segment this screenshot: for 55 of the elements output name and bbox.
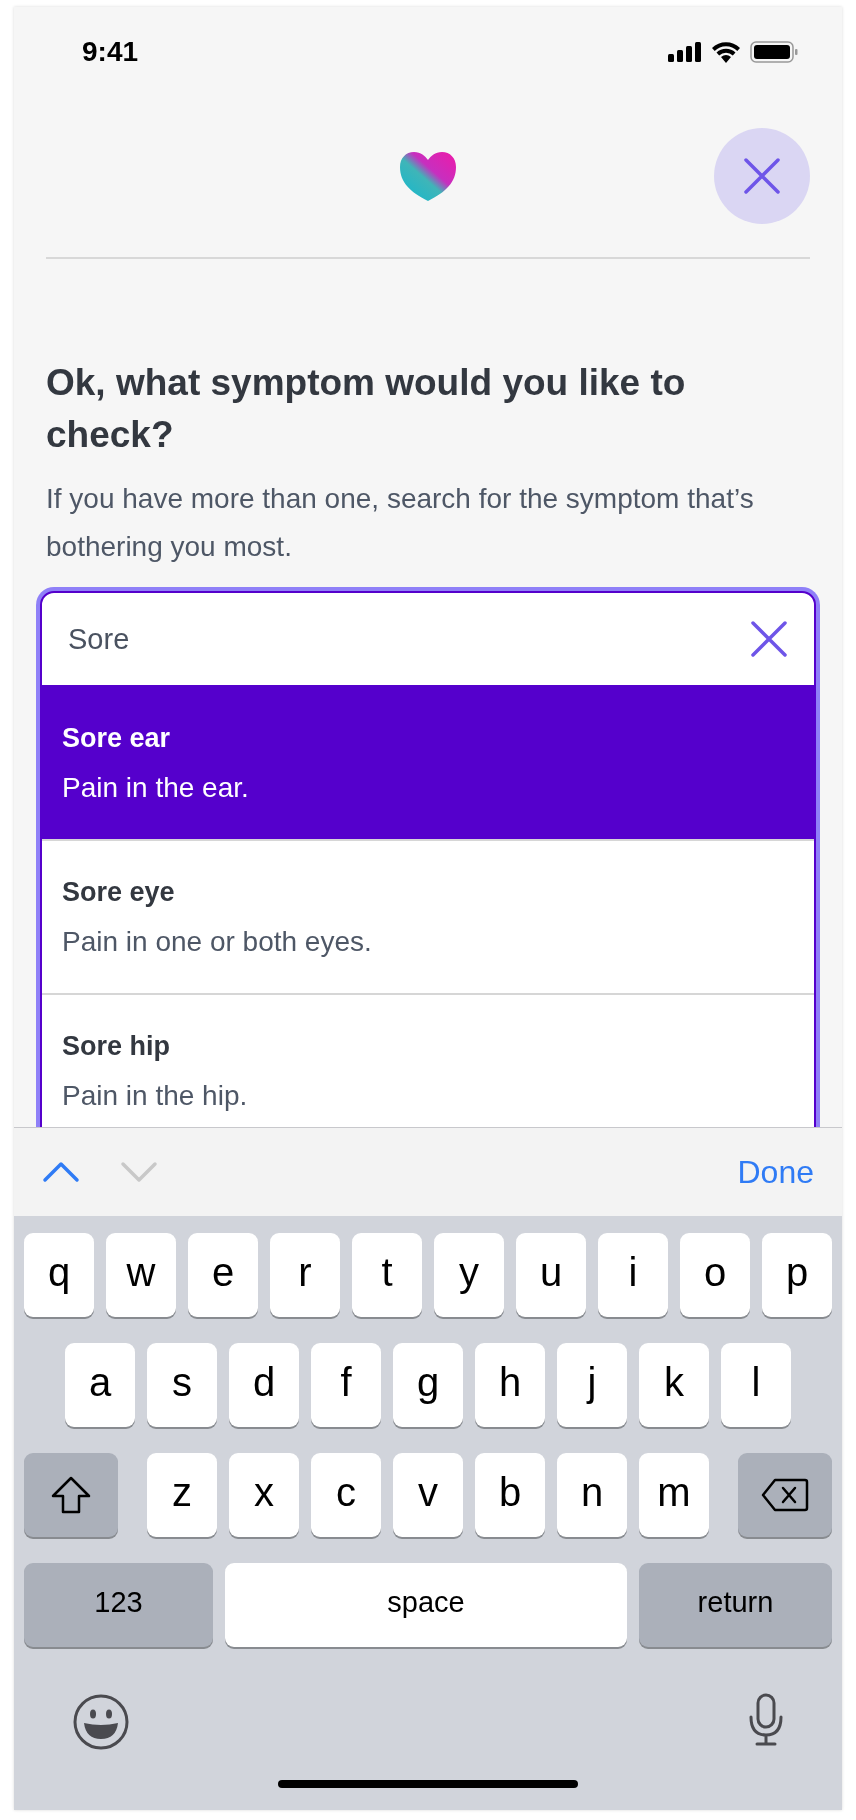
- battery-icon: [750, 41, 798, 63]
- letter-key[interactable]: q: [24, 1233, 94, 1317]
- letter-key[interactable]: p: [762, 1233, 832, 1317]
- clear-icon[interactable]: [750, 620, 788, 658]
- up-chevron-icon[interactable]: [42, 1161, 80, 1183]
- letter-key[interactable]: l: [721, 1343, 791, 1427]
- letter-key[interactable]: k: [639, 1343, 709, 1427]
- letter-key[interactable]: a: [65, 1343, 135, 1427]
- emoji-icon[interactable]: [72, 1693, 130, 1751]
- letter-key[interactable]: h: [475, 1343, 545, 1427]
- result-item[interactable]: Sore eye Pain in one or both eyes.: [42, 839, 814, 993]
- result-title: Sore ear: [62, 722, 172, 754]
- wifi-icon: [711, 41, 741, 63]
- letter-key[interactable]: x: [229, 1453, 299, 1537]
- space-key[interactable]: space: [225, 1563, 627, 1647]
- done-button[interactable]: Done: [737, 1153, 814, 1191]
- result-description: Pain in one or both eyes.: [62, 925, 373, 958]
- letter-key[interactable]: y: [434, 1233, 504, 1317]
- letter-key[interactable]: e: [188, 1233, 258, 1317]
- letter-key[interactable]: n: [557, 1453, 627, 1537]
- letter-key[interactable]: u: [516, 1233, 586, 1317]
- letter-key[interactable]: f: [311, 1343, 381, 1427]
- letter-key[interactable]: g: [393, 1343, 463, 1427]
- result-description: Pain in the ear.: [62, 771, 250, 804]
- numbers-key[interactable]: 123: [24, 1563, 213, 1647]
- letter-key[interactable]: t: [352, 1233, 422, 1317]
- microphone-icon[interactable]: [748, 1693, 784, 1747]
- letter-key[interactable]: s: [147, 1343, 217, 1427]
- letter-key[interactable]: c: [311, 1453, 381, 1537]
- letter-key[interactable]: z: [147, 1453, 217, 1537]
- letter-key[interactable]: w: [106, 1233, 176, 1317]
- letter-key[interactable]: o: [680, 1233, 750, 1317]
- letter-key[interactable]: b: [475, 1453, 545, 1537]
- shift-key[interactable]: [24, 1453, 118, 1537]
- letter-key[interactable]: d: [229, 1343, 299, 1427]
- status-time: 9:41: [82, 36, 139, 68]
- question-subtitle: If you have more than one, search for the symptom that’s bothering you most.: [46, 482, 755, 564]
- search-field[interactable]: Sore: [66, 621, 750, 657]
- letter-key[interactable]: m: [639, 1453, 709, 1537]
- result-title: Sore hip: [62, 1030, 171, 1062]
- heart-icon: [400, 152, 456, 202]
- result-description: Pain in the hip.: [62, 1079, 249, 1112]
- letter-key[interactable]: v: [393, 1453, 463, 1537]
- return-key[interactable]: return: [639, 1563, 832, 1647]
- question-title: Ok, what symptom would you like to check?: [46, 361, 687, 457]
- result-item[interactable]: Sore ear Pain in the ear.: [42, 685, 814, 839]
- delete-icon: [761, 1478, 809, 1512]
- delete-key[interactable]: [738, 1453, 832, 1537]
- close-icon: [743, 157, 781, 195]
- letter-key[interactable]: j: [557, 1343, 627, 1427]
- letter-key[interactable]: i: [598, 1233, 668, 1317]
- shift-icon: [51, 1476, 91, 1514]
- letter-key[interactable]: r: [270, 1233, 340, 1317]
- signal-icon: [668, 42, 702, 62]
- result-title: Sore eye: [62, 876, 176, 908]
